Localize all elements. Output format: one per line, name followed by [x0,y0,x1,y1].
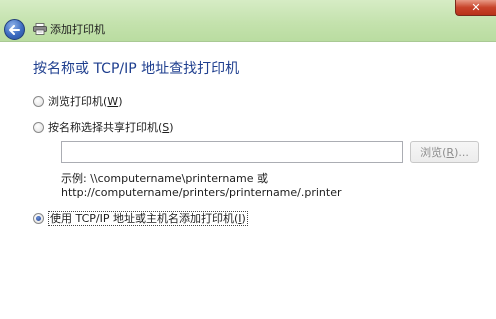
example-text-line-1: 示例: \\computername\printername 或 [61,172,269,185]
title-bar: 添加打印机 ✕ [0,0,496,42]
radio-browse-printers[interactable]: 浏览打印机(W) [33,95,122,108]
radio-button[interactable] [33,96,44,107]
page-heading: 按名称或 TCP/IP 地址查找打印机 [33,61,240,77]
shared-printer-name-input[interactable] [61,141,403,163]
radio-button[interactable] [33,122,44,133]
radio-select-shared-printer[interactable]: 按名称选择共享打印机(S) [33,121,174,134]
window-title: 添加打印机 [50,23,105,36]
radio-button-selected[interactable] [33,213,44,224]
radio-label-tcpip: 使用 TCP/IP 地址或主机名添加打印机(I) [48,211,248,226]
wizard-content: 按名称或 TCP/IP 地址查找打印机 浏览打印机(W) 按名称选择共享打印机(… [0,43,496,319]
printer-icon [33,23,47,35]
browse-button[interactable]: 浏览(R)... [410,141,479,163]
radio-selected-dot [36,216,41,221]
radio-label-browse: 浏览打印机(W) [48,95,123,108]
example-text-line-2: http://computername/printers/printername… [61,186,342,199]
close-icon: ✕ [471,1,481,14]
back-arrow-icon [9,24,20,35]
radio-label-shared: 按名称选择共享打印机(S) [48,121,174,134]
back-button[interactable] [4,19,25,40]
close-button[interactable]: ✕ [455,0,496,16]
radio-add-by-tcpip[interactable]: 使用 TCP/IP 地址或主机名添加打印机(I) [33,211,248,226]
